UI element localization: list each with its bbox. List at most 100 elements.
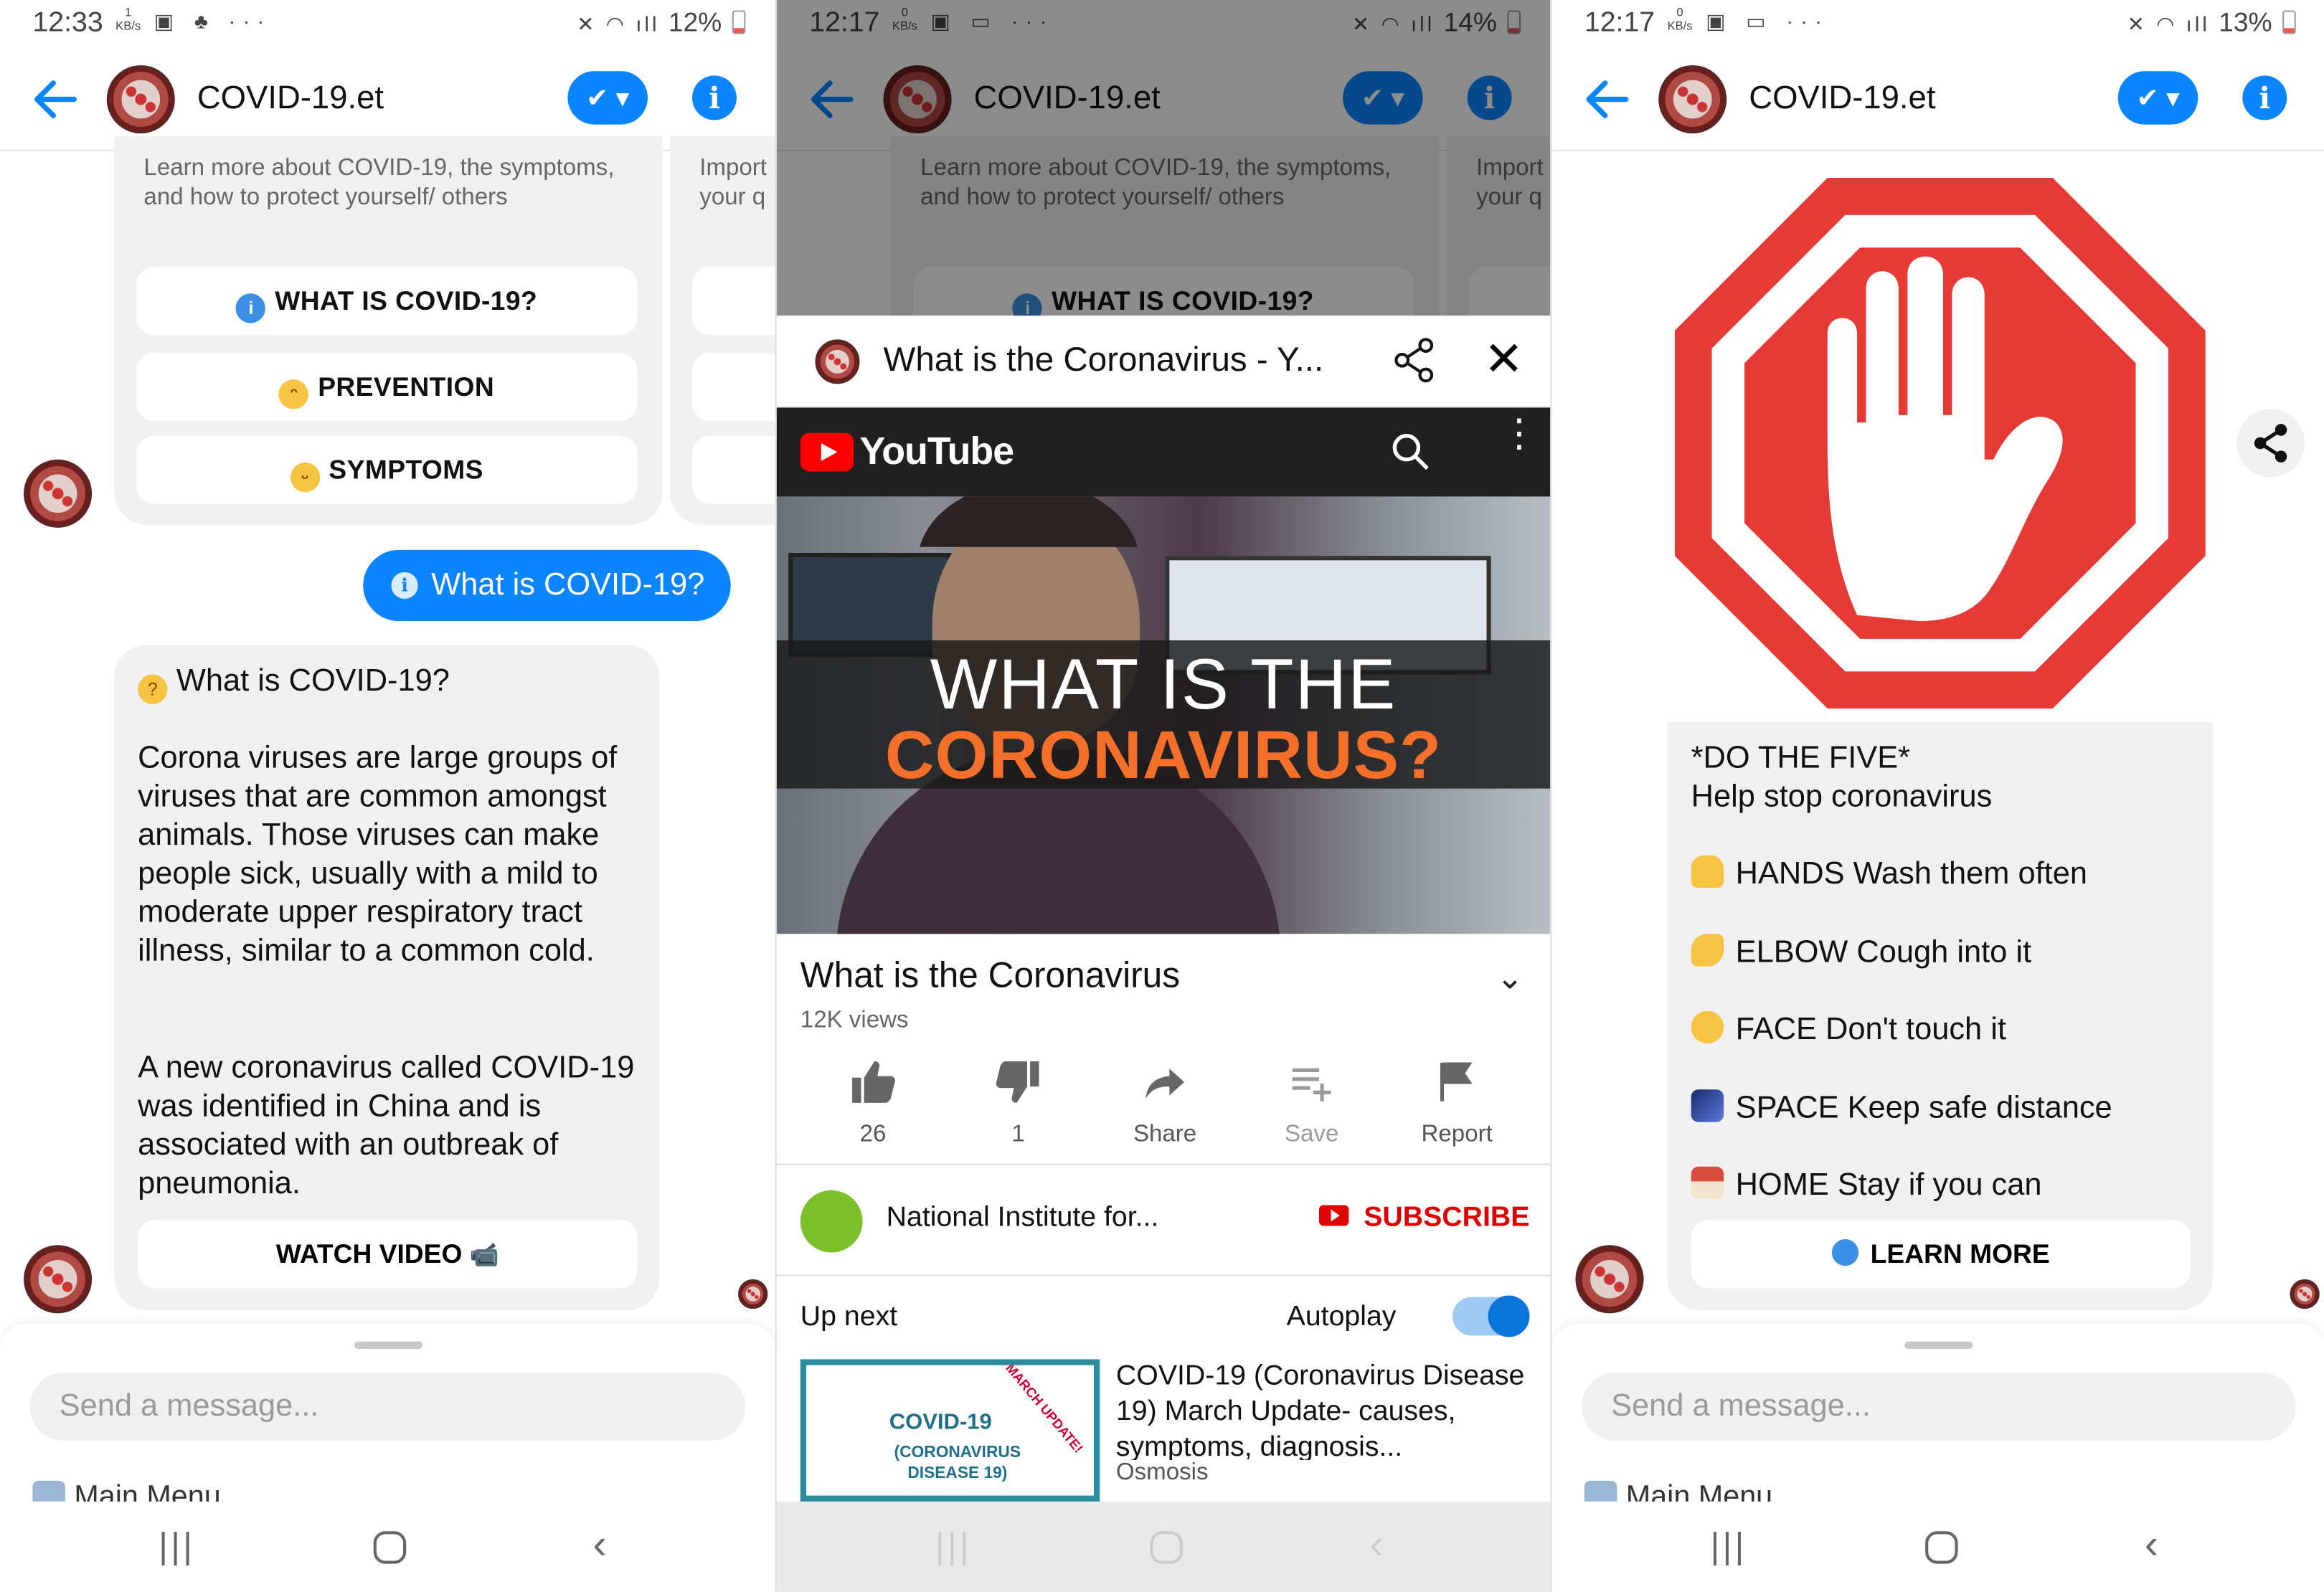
stop-hand-image[interactable] (1668, 171, 2213, 716)
sheet-grabber[interactable] (353, 1341, 422, 1349)
item-text: HOME Stay if you can (1735, 1167, 2042, 1203)
bot-avatar-small (24, 459, 93, 528)
network-speed: 0 KB/s (1667, 6, 1693, 33)
back-icon[interactable]: ‹ (1369, 1521, 1383, 1568)
like-count: 26 (859, 1122, 887, 1147)
house-emoji-icon (1691, 1166, 1724, 1200)
home-icon[interactable] (1925, 1531, 1958, 1564)
info-icon[interactable]: i (691, 75, 737, 120)
card-peek-text: Import your q (699, 156, 767, 211)
button-label: LEARN MORE (1870, 1239, 2050, 1269)
flag-icon (1440, 1062, 1473, 1101)
playlist-add-icon (1292, 1068, 1331, 1101)
message-paragraph-2: A new coronavirus called COVID-19 was id… (138, 1051, 635, 1201)
home-icon[interactable] (1150, 1531, 1183, 1564)
bot-avatar (815, 339, 860, 384)
video-title: What is the Coronavirus (800, 956, 1181, 997)
bot-avatar[interactable] (1658, 65, 1727, 134)
do-five-item-elbow: ELBOW Cough into it (1691, 934, 2031, 972)
button-label: PREVENTION (318, 371, 495, 402)
modal-scrim[interactable] (776, 0, 1551, 316)
message-input[interactable]: Send a message... (1581, 1373, 2296, 1441)
battery-icon (732, 10, 746, 34)
autoplay-toggle[interactable] (1452, 1295, 1530, 1337)
flexed-arm-emoji-icon (1691, 934, 1724, 967)
thumbnail-subtitle: (CORONAVIRUS DISEASE 19) (894, 1444, 1021, 1482)
channel-name[interactable]: National Institute for... (887, 1202, 1159, 1234)
close-icon[interactable]: ✕ (1484, 331, 1524, 387)
recent-apps-icon[interactable]: ||| (1711, 1527, 1747, 1568)
carousel-card-next[interactable]: Import your q (669, 136, 775, 525)
share-floating-button[interactable] (2236, 409, 2305, 478)
notification-icons: ▣ ♣ ··· (153, 9, 272, 33)
thumbs-up-icon (852, 1061, 896, 1103)
item-text: HANDS Wash them often (1735, 856, 2087, 891)
do-the-five-bubble: *DO THE FIVE* Help stop coronavirus HAND… (1667, 721, 2213, 1311)
save-label: Save (1284, 1122, 1339, 1147)
thumbnail-tag: MARCH UPDATE! (1002, 1360, 1086, 1456)
info-icon: i (391, 572, 418, 600)
watch-video-button[interactable]: WATCH VIDEO 📹 (138, 1220, 638, 1289)
back-icon[interactable]: ‹ (593, 1521, 607, 1568)
video-camera-icon: 📹 (469, 1243, 499, 1269)
peek-button-2[interactable] (691, 352, 775, 422)
robot-icon (32, 1480, 65, 1502)
checkmark-dropdown-button[interactable]: ✔ ▾ (567, 71, 648, 125)
sick-emoji-icon: ᵕ (290, 462, 320, 493)
home-icon[interactable] (373, 1531, 407, 1564)
robot-icon (1584, 1480, 1617, 1502)
channel-avatar[interactable] (800, 1190, 863, 1253)
checkmark-dropdown-button[interactable]: ✔ ▾ (2117, 71, 2198, 125)
chat-title[interactable]: COVID-19.et (197, 79, 384, 118)
main-menu-item[interactable]: Main Menu (1584, 1480, 1772, 1502)
main-menu-item[interactable]: Main Menu (32, 1480, 221, 1502)
recent-apps-icon[interactable]: ||| (935, 1527, 972, 1568)
divider (776, 1274, 1551, 1276)
do-five-subtitle: Help stop coronavirus (1691, 780, 1993, 814)
back-icon[interactable]: ‹ (2145, 1521, 2158, 1568)
learn-more-button[interactable]: LEARN MORE (1691, 1220, 2191, 1289)
symptoms-button[interactable]: ᵕ SYMPTOMS (136, 435, 638, 504)
share-action[interactable]: Share (1098, 1057, 1232, 1149)
face-emoji-icon (1691, 1010, 1724, 1044)
youtube-logo-icon[interactable] (800, 432, 854, 472)
sheet-grabber[interactable] (1904, 1341, 1973, 1349)
thumbnail-title: COVID-19 (889, 1409, 992, 1435)
bot-avatar[interactable] (106, 65, 175, 134)
like-action[interactable]: 26 (806, 1057, 940, 1149)
battery-percent: 12% (668, 7, 722, 37)
chat-header: COVID-19.et ✔ ▾ i (0, 47, 775, 151)
more-vert-icon[interactable]: ⋮ (1500, 414, 1539, 453)
message-input[interactable]: Send a message... (29, 1373, 746, 1441)
expand-chevron-icon[interactable]: ⌄ (1496, 959, 1524, 998)
status-right: ✕ ◠ ıll 13% (2127, 7, 2296, 38)
prevention-button[interactable]: ᵔ PREVENTION (136, 352, 638, 422)
report-action[interactable]: Report (1390, 1057, 1524, 1149)
save-action[interactable]: Save (1245, 1057, 1379, 1149)
messenger-panel-chat: 12:33 1 KB/s ▣ ♣ ··· ✕ ◠ ıll 12% COVID-1… (0, 0, 775, 1592)
do-five-item-home: HOME Stay if you can (1691, 1166, 2042, 1205)
video-player[interactable]: WHAT IS THE CORONAVIRUS? (776, 496, 1551, 934)
autoplay-label: Autoplay (1286, 1301, 1397, 1333)
next-video-title[interactable]: COVID-19 (Coronavirus Disease 19) March … (1116, 1359, 1539, 1460)
search-icon[interactable] (1390, 431, 1432, 473)
back-arrow-icon[interactable] (29, 74, 80, 124)
android-nav-bar: ||| ‹ (0, 1501, 775, 1592)
info-icon[interactable]: i (2242, 75, 2287, 120)
chat-title[interactable]: COVID-19.et (1749, 79, 1935, 118)
mask-emoji-icon: ᵔ (279, 379, 309, 409)
youtube-wordmark[interactable]: YouTube (859, 428, 1014, 474)
globe-icon (1831, 1239, 1859, 1266)
peek-button-3[interactable] (691, 435, 775, 504)
share-icon[interactable] (1390, 336, 1437, 384)
back-arrow-icon[interactable] (1582, 74, 1632, 124)
subscribe-label: SUBSCRIBE (1364, 1202, 1530, 1233)
item-text: FACE Don't touch it (1735, 1012, 2006, 1047)
subscribe-button[interactable]: SUBSCRIBE (1319, 1202, 1529, 1234)
recent-apps-icon[interactable]: ||| (159, 1527, 195, 1568)
dislike-action[interactable]: 1 (952, 1057, 1085, 1149)
peek-button-1[interactable] (691, 267, 775, 336)
what-is-covid-button[interactable]: i WHAT IS COVID-19? (136, 267, 638, 336)
next-video-thumbnail[interactable]: COVID-19 (CORONAVIRUS DISEASE 19) MARCH … (800, 1359, 1100, 1502)
hands-emoji-icon (1691, 855, 1724, 889)
